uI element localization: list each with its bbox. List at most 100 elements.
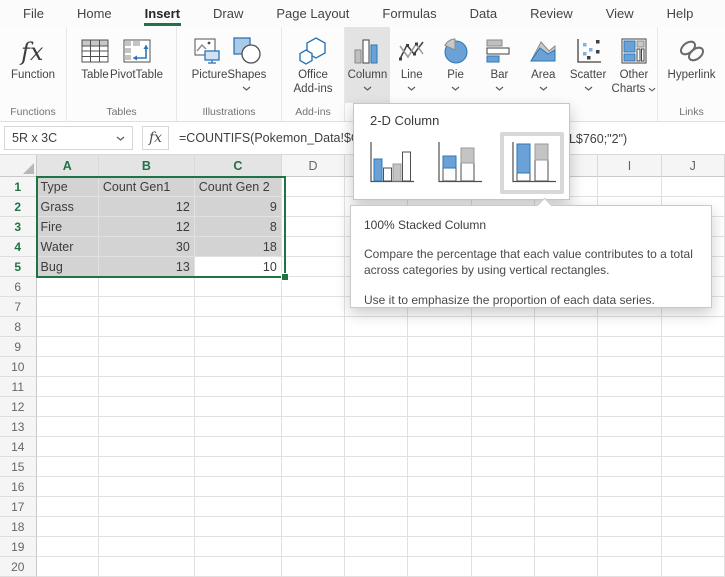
column-chart-button[interactable]: Column [345, 27, 390, 103]
cell-E14[interactable] [345, 437, 408, 457]
cell-B9[interactable] [99, 337, 195, 357]
pivottable-button[interactable]: PivotTable [110, 27, 163, 103]
row-header-10[interactable]: 10 [0, 357, 37, 377]
cell-A16[interactable] [37, 477, 99, 497]
cell-F20[interactable] [408, 557, 471, 577]
cell-B4[interactable]: 30 [99, 237, 195, 257]
cell-H20[interactable] [535, 557, 598, 577]
cell-B2[interactable]: 12 [99, 197, 195, 217]
cell-I10[interactable] [598, 357, 661, 377]
cell-H12[interactable] [535, 397, 598, 417]
cell-I8[interactable] [598, 317, 661, 337]
chevron-down-icon[interactable] [116, 136, 125, 141]
scatter-chart-button[interactable]: Scatter [565, 27, 611, 103]
cell-I20[interactable] [598, 557, 661, 577]
cell-E15[interactable] [345, 457, 408, 477]
cell-G18[interactable] [472, 517, 535, 537]
cell-H15[interactable] [535, 457, 598, 477]
hundred-percent-stacked-column-option[interactable] [500, 132, 564, 194]
cell-C3[interactable]: 8 [195, 217, 282, 237]
cell-J12[interactable] [662, 397, 725, 417]
cell-D13[interactable] [282, 417, 345, 437]
cell-E18[interactable] [345, 517, 408, 537]
cell-D15[interactable] [282, 457, 345, 477]
cell-E11[interactable] [345, 377, 408, 397]
cell-A7[interactable] [37, 297, 99, 317]
cell-D3[interactable] [282, 217, 345, 237]
cell-B20[interactable] [99, 557, 195, 577]
cell-I14[interactable] [598, 437, 661, 457]
cell-E12[interactable] [345, 397, 408, 417]
cell-C2[interactable]: 9 [195, 197, 282, 217]
cell-I1[interactable] [598, 177, 661, 197]
cell-H8[interactable] [535, 317, 598, 337]
cell-B1[interactable]: Count Gen1 [99, 177, 195, 197]
row-header-15[interactable]: 15 [0, 457, 37, 477]
cell-B19[interactable] [99, 537, 195, 557]
cell-G8[interactable] [472, 317, 535, 337]
cell-F14[interactable] [408, 437, 471, 457]
cell-F11[interactable] [408, 377, 471, 397]
cell-A9[interactable] [37, 337, 99, 357]
tab-page-layout[interactable]: Page Layout [275, 2, 350, 26]
name-box[interactable]: 5R x 3C [4, 126, 133, 150]
tab-file[interactable]: File [22, 2, 45, 26]
cell-B5[interactable]: 13 [99, 257, 195, 277]
cell-F9[interactable] [408, 337, 471, 357]
function-button[interactable]: fx Function [11, 27, 55, 103]
row-header-12[interactable]: 12 [0, 397, 37, 417]
cell-B15[interactable] [99, 457, 195, 477]
cell-A18[interactable] [37, 517, 99, 537]
cell-H17[interactable] [535, 497, 598, 517]
cell-H11[interactable] [535, 377, 598, 397]
cell-I16[interactable] [598, 477, 661, 497]
cell-H9[interactable] [535, 337, 598, 357]
cell-G13[interactable] [472, 417, 535, 437]
cell-A1[interactable]: Type [37, 177, 99, 197]
cell-J19[interactable] [662, 537, 725, 557]
shapes-button[interactable]: Shapes [227, 27, 266, 103]
cell-D20[interactable] [282, 557, 345, 577]
column-header-A[interactable]: A [37, 155, 99, 177]
cell-E13[interactable] [345, 417, 408, 437]
cell-C15[interactable] [195, 457, 282, 477]
cell-G16[interactable] [472, 477, 535, 497]
cell-A11[interactable] [37, 377, 99, 397]
cell-J8[interactable] [662, 317, 725, 337]
row-header-1[interactable]: 1 [0, 177, 37, 197]
row-header-16[interactable]: 16 [0, 477, 37, 497]
row-header-20[interactable]: 20 [0, 557, 37, 577]
cell-A8[interactable] [37, 317, 99, 337]
cell-I17[interactable] [598, 497, 661, 517]
stacked-column-option[interactable] [432, 138, 484, 188]
cell-E16[interactable] [345, 477, 408, 497]
row-header-13[interactable]: 13 [0, 417, 37, 437]
cell-J9[interactable] [662, 337, 725, 357]
cell-C11[interactable] [195, 377, 282, 397]
cell-A6[interactable] [37, 277, 99, 297]
cell-D12[interactable] [282, 397, 345, 417]
cell-J14[interactable] [662, 437, 725, 457]
cell-J17[interactable] [662, 497, 725, 517]
hyperlink-button[interactable]: Hyperlink [668, 27, 716, 103]
cell-G11[interactable] [472, 377, 535, 397]
cell-G14[interactable] [472, 437, 535, 457]
cell-C20[interactable] [195, 557, 282, 577]
cell-B12[interactable] [99, 397, 195, 417]
cell-C12[interactable] [195, 397, 282, 417]
cell-E9[interactable] [345, 337, 408, 357]
select-all-button[interactable] [0, 155, 37, 177]
cell-B7[interactable] [99, 297, 195, 317]
cell-I18[interactable] [598, 517, 661, 537]
cell-C13[interactable] [195, 417, 282, 437]
row-header-4[interactable]: 4 [0, 237, 37, 257]
cell-F16[interactable] [408, 477, 471, 497]
cell-G9[interactable] [472, 337, 535, 357]
other-charts-button[interactable]: Other Charts [611, 27, 657, 103]
row-header-17[interactable]: 17 [0, 497, 37, 517]
cell-D8[interactable] [282, 317, 345, 337]
tab-view[interactable]: View [605, 2, 635, 26]
tab-help[interactable]: Help [666, 2, 695, 26]
tab-data[interactable]: Data [469, 2, 498, 26]
cell-A3[interactable]: Fire [37, 217, 99, 237]
